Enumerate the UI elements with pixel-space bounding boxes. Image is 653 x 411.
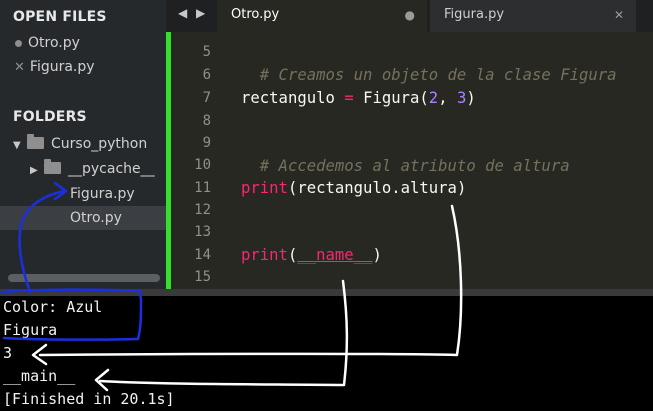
- code-paren: ): [372, 246, 382, 264]
- tab-otro[interactable]: Otro.py ●: [217, 0, 427, 32]
- code-paren: (: [419, 89, 429, 107]
- code-line-9[interactable]: # Accedemos al atributo de altura: [241, 132, 570, 175]
- code-separator: ,: [438, 89, 457, 107]
- chevron-down-icon[interactable]: ▼: [13, 134, 27, 158]
- line-number: 15: [194, 269, 211, 285]
- console-line: __main__: [3, 367, 76, 385]
- code-builtin: print: [241, 179, 288, 197]
- tab-figura[interactable]: Figura.py ✕: [430, 0, 636, 32]
- folders-title: FOLDERS: [13, 109, 87, 125]
- tab-label: Otro.py: [231, 7, 280, 22]
- console-line: Figura: [3, 321, 58, 339]
- open-file-otro[interactable]: Otro.py: [15, 31, 80, 55]
- line-number: 12: [194, 202, 211, 218]
- code-number: 3: [456, 89, 467, 107]
- code-line-5[interactable]: # Creamos un objeto de la clase Figura: [241, 41, 617, 84]
- panel-splitter[interactable]: [0, 289, 653, 296]
- tree-file-otro[interactable]: Otro.py: [0, 206, 166, 230]
- folder-icon: [44, 159, 61, 174]
- line-number: 9: [202, 135, 211, 151]
- line-number: 5: [202, 44, 211, 60]
- folder-label: __pycache__: [68, 161, 155, 177]
- tree-file-figura[interactable]: Figura.py: [70, 182, 135, 206]
- console-line: 3: [3, 344, 13, 362]
- close-icon[interactable]: ✕: [614, 0, 624, 30]
- unsaved-dot-icon: [15, 39, 22, 47]
- code-comment: # Accedemos al atributo de altura: [259, 157, 570, 175]
- code-variable: rectangulo: [241, 89, 335, 107]
- line-number: 11: [194, 180, 211, 196]
- code-line-14[interactable]: print(__name__): [241, 244, 382, 267]
- unsaved-dot-icon[interactable]: ●: [405, 0, 415, 30]
- console-line: [Finished in 20.1s]: [3, 390, 175, 408]
- code-paren: ): [466, 89, 476, 107]
- line-number: 8: [202, 113, 211, 129]
- close-icon[interactable]: ✕: [14, 60, 25, 75]
- code-args: (rectangulo.altura): [287, 179, 467, 197]
- line-number: 10: [194, 157, 211, 173]
- nav-forward-icon[interactable]: ▶: [196, 6, 205, 20]
- folder-curso-python[interactable]: ▼ Curso_python: [13, 132, 147, 156]
- folder-icon: [27, 134, 44, 149]
- console-line: Color: Azul: [3, 298, 103, 316]
- code-comment: # Creamos un objeto de la clase Figura: [259, 66, 617, 84]
- line-number: 14: [194, 247, 211, 263]
- code-builtin: print: [241, 246, 288, 264]
- open-file-figura[interactable]: ✕ Figura.py: [14, 55, 95, 79]
- line-number: 6: [202, 67, 211, 83]
- sidebar-scrollbar[interactable]: [8, 274, 160, 282]
- folder-label: Curso_python: [51, 136, 148, 152]
- open-file-label: Figura.py: [29, 59, 95, 75]
- open-files-title: OPEN FILES: [13, 9, 107, 25]
- open-file-label: Otro.py: [28, 35, 80, 51]
- code-dunder-name: __name__: [297, 246, 373, 264]
- line-number: 7: [202, 90, 211, 106]
- tab-bar: ◀ ▶ Otro.py ● Figura.py ✕: [166, 0, 653, 32]
- code-paren: (: [287, 246, 298, 264]
- nav-back-icon[interactable]: ◀: [178, 6, 187, 20]
- tab-label: Figura.py: [444, 7, 505, 22]
- chevron-right-icon[interactable]: ▶: [30, 159, 44, 183]
- code-line-11[interactable]: print(rectangulo.altura): [241, 177, 466, 200]
- line-number: 13: [194, 224, 211, 240]
- code-line-7[interactable]: rectangulo = Figura(2, 3): [241, 87, 476, 110]
- code-class-call: Figura: [363, 89, 420, 107]
- folder-pycache[interactable]: ▶ __pycache__: [30, 157, 155, 181]
- code-number: 2: [428, 89, 439, 107]
- code-operator: =: [334, 89, 364, 107]
- sidebar: OPEN FILES Otro.py ✕ Figura.py FOLDERS ▼ C…: [0, 0, 166, 289]
